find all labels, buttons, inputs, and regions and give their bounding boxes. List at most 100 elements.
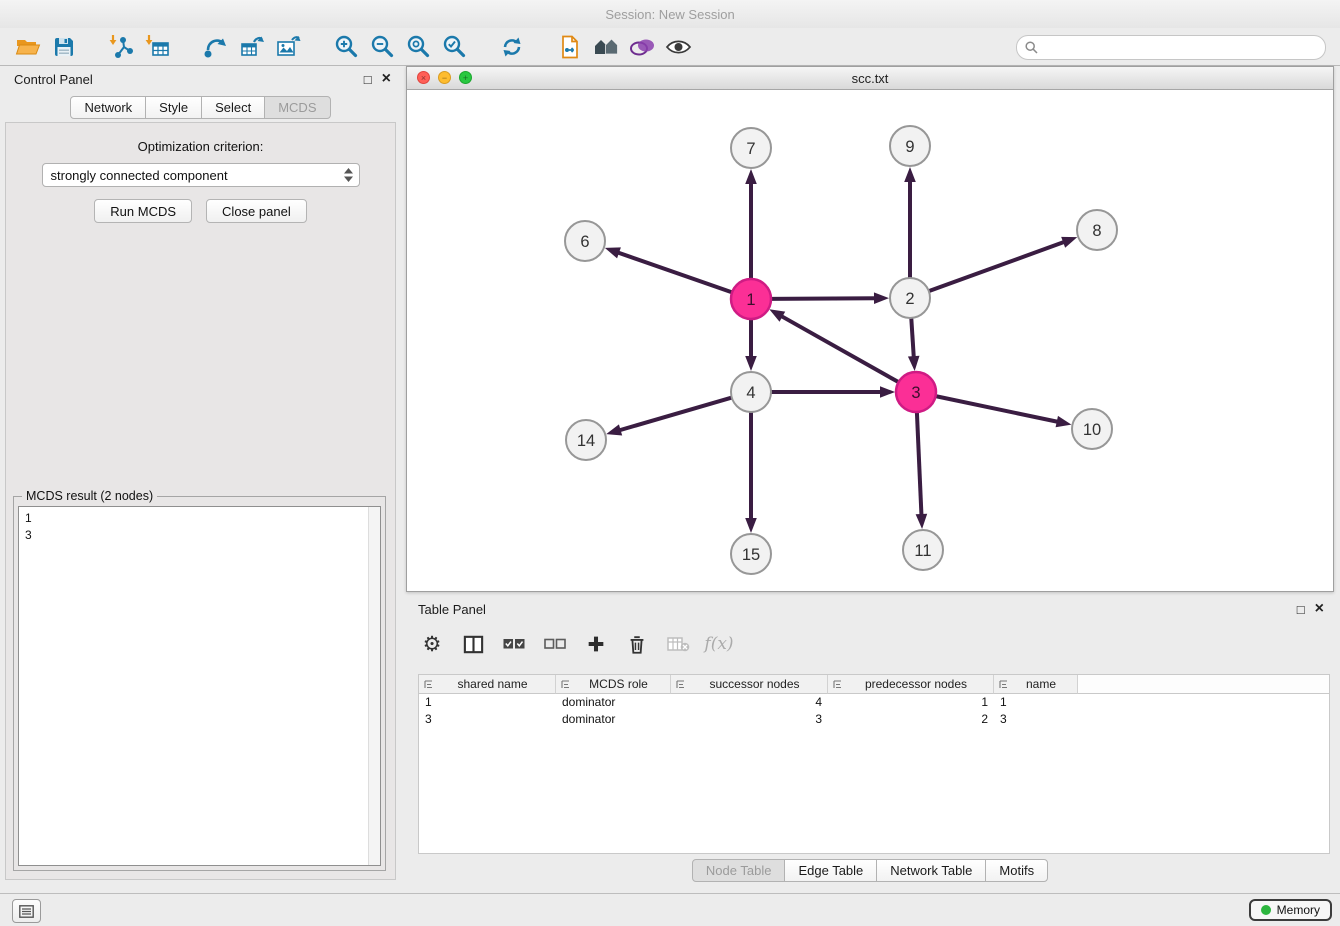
graph-node-6[interactable]: 6 [565,221,605,261]
panel-menu-button[interactable] [12,899,41,923]
graph-node-14[interactable]: 14 [566,420,606,460]
graph-edge-3-1[interactable] [781,316,899,382]
tab-style[interactable]: Style [145,96,202,119]
window-minimize-icon[interactable]: − [438,71,451,84]
table-cell-mcds-role[interactable]: dominator [556,694,671,711]
zoom-in-button[interactable] [328,31,364,63]
import-network-button[interactable] [104,31,140,63]
table-cell-successor-nodes[interactable]: 3 [671,711,828,728]
graph-edge-3-10[interactable] [936,396,1059,422]
graph-edge-3-11[interactable] [917,412,922,516]
import-table-button[interactable] [140,31,176,63]
apply-style-button[interactable] [624,31,660,63]
float-table-panel-icon[interactable]: □ [1297,603,1305,616]
delete-table-button[interactable] [662,628,694,660]
graph-edge-1-6[interactable] [617,252,732,292]
table-row[interactable]: 1dominator411 [419,694,1329,711]
table-tab-node-table[interactable]: Node Table [692,859,786,882]
network-window: × − + scc.txt 7 9 6 8 1 2 4 3 14 10 15 11 [406,66,1334,592]
close-panel-icon[interactable]: × [382,71,391,87]
column-header-predecessor-nodes[interactable]: predecessor nodes [828,675,994,694]
duplicate-document-button[interactable] [552,31,588,63]
table-header-row: shared nameMCDS role successor nodes prede… [419,675,1329,694]
node-table: shared nameMCDS role successor nodes prede… [418,674,1330,854]
column-header-label: successor nodes [686,677,823,691]
column-header-successor-nodes[interactable]: successor nodes [671,675,828,694]
home-button[interactable] [588,31,624,63]
graph-node-7[interactable]: 7 [731,128,771,168]
svg-text:10: 10 [1083,421,1101,439]
export-image-button[interactable] [270,31,306,63]
zoom-fit-button[interactable] [400,31,436,63]
graph-edge-4-14[interactable] [619,398,732,431]
graph-node-3[interactable]: 3 [896,372,936,412]
network-window-titlebar[interactable]: × − + scc.txt [407,67,1333,90]
table-row[interactable]: 3dominator323 [419,711,1329,728]
table-cell-predecessor-nodes[interactable]: 2 [828,711,994,728]
svg-text:14: 14 [577,432,595,450]
graph-edge-1-2[interactable] [771,298,876,299]
tab-network[interactable]: Network [70,96,146,119]
tab-mcds[interactable]: MCDS [264,96,330,119]
graph-node-15[interactable]: 15 [731,534,771,574]
delete-table-icon [666,634,690,654]
select-all-button[interactable] [498,628,530,660]
graph-node-10[interactable]: 10 [1072,409,1112,449]
mcds-result-list[interactable]: 13 [18,506,381,866]
table-cell-predecessor-nodes[interactable]: 1 [828,694,994,711]
table-cell-name[interactable]: 3 [994,711,1078,728]
table-cell-name[interactable]: 1 [994,694,1078,711]
graph-node-4[interactable]: 4 [731,372,771,412]
network-table-button[interactable] [234,31,270,63]
zoom-out-button[interactable] [364,31,400,63]
table-tab-motifs[interactable]: Motifs [985,859,1048,882]
tab-select[interactable]: Select [201,96,265,119]
column-header-mcds-role[interactable]: MCDS role [556,675,671,694]
float-panel-icon[interactable]: □ [364,73,372,86]
show-columns-button[interactable] [457,628,489,660]
graph-node-1[interactable]: 1 [731,279,771,319]
zoom-selected-button[interactable] [436,31,472,63]
function-builder-button[interactable]: f(x) [703,628,735,660]
close-table-panel-icon[interactable]: × [1315,601,1324,617]
open-session-button[interactable] [10,31,46,63]
memory-button[interactable]: Memory [1249,899,1332,921]
table-cell-successor-nodes[interactable]: 4 [671,694,828,711]
add-column-button[interactable] [580,628,612,660]
run-mcds-button[interactable]: Run MCDS [94,199,192,223]
result-scrollbar[interactable] [368,507,380,865]
table-panel: Table Panel □ × ⚙ [406,596,1334,888]
close-panel-button[interactable]: Close panel [206,199,307,223]
criterion-dropdown[interactable]: strongly connected component [42,163,360,187]
graph-edge-2-3[interactable] [911,318,914,358]
table-cell-mcds-role[interactable]: dominator [556,711,671,728]
control-panel-tabs: NetworkStyleSelectMCDS [0,96,401,119]
refresh-layout-button[interactable] [494,31,530,63]
graph-node-11[interactable]: 11 [903,530,943,570]
deselect-all-button[interactable] [539,628,571,660]
table-cell-shared-name[interactable]: 3 [419,711,556,728]
graph-edge-arrowhead [605,247,621,258]
graph-node-8[interactable]: 8 [1077,210,1117,250]
network-canvas[interactable]: 7 9 6 8 1 2 4 3 14 10 15 11 [407,90,1333,592]
graph-node-2[interactable]: 2 [890,278,930,318]
show-hide-button[interactable] [660,31,696,63]
table-cell-shared-name[interactable]: 1 [419,694,556,711]
table-settings-button[interactable]: ⚙ [416,628,448,660]
search-input[interactable] [1043,39,1317,56]
graph-node-9[interactable]: 9 [890,126,930,166]
table-tab-edge-table[interactable]: Edge Table [784,859,877,882]
control-panel-header: Control Panel □ × [0,66,401,92]
window-zoom-icon[interactable]: + [459,71,472,84]
search-box[interactable] [1016,35,1326,60]
column-header-name[interactable]: name [994,675,1078,694]
table-tab-network-table[interactable]: Network Table [876,859,986,882]
column-header-shared-name[interactable]: shared name [419,675,556,694]
clone-network-button[interactable] [198,31,234,63]
save-session-button[interactable] [46,31,82,63]
mcds-result-title: MCDS result (2 nodes) [22,489,157,503]
column-header-label: predecessor nodes [843,677,989,691]
graph-edge-2-8[interactable] [929,242,1065,292]
window-close-icon[interactable]: × [417,71,430,84]
delete-column-button[interactable] [621,628,653,660]
